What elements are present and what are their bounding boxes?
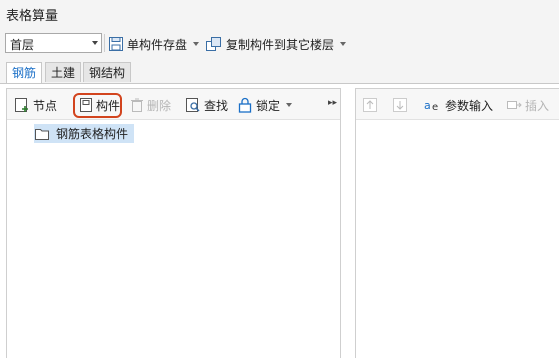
title-bar: 表格算量 <box>0 0 559 28</box>
save-disk-icon <box>108 36 124 52</box>
chevron-down-icon[interactable] <box>286 103 293 107</box>
arrow-up-icon <box>363 98 377 112</box>
find-icon <box>185 97 201 113</box>
chevron-down-icon[interactable] <box>193 42 200 46</box>
chevron-down-icon <box>92 41 98 45</box>
parameter-input-icon: ae <box>424 97 442 113</box>
parameter-toolbar: ae 参数输入 插入 <box>356 89 559 120</box>
lock-button[interactable]: 锁定 <box>237 95 293 115</box>
svg-text:e: e <box>432 102 438 113</box>
insert-label: 插入 <box>525 98 550 113</box>
component-button-highlight <box>73 93 122 118</box>
save-component-button[interactable]: 单构件存盘 <box>108 34 200 54</box>
save-component-label: 单构件存盘 <box>127 37 188 52</box>
find-label: 查找 <box>204 98 229 113</box>
overflow-chevron-icon[interactable]: ▸▸ <box>328 98 338 110</box>
tab-civil[interactable]: 土建 <box>45 62 82 82</box>
toolbar-separator <box>104 34 105 52</box>
parameter-input-label: 参数输入 <box>445 98 494 113</box>
arrow-down-icon <box>393 98 407 112</box>
svg-text:a: a <box>424 99 431 112</box>
delete-button[interactable]: 删除 <box>130 95 171 115</box>
tree-toolbar: 节点 构件 删除 查找 锁定 ▸▸ <box>7 89 340 120</box>
lock-label: 锁定 <box>256 98 281 113</box>
tree-item-label: 钢筋表格构件 <box>56 127 129 141</box>
copy-icon <box>205 36 223 52</box>
copy-to-floors-label: 复制构件到其它楼层 <box>226 37 335 52</box>
floor-select-value: 首层 <box>10 38 35 52</box>
tree-item-rebar-table-component[interactable]: 钢筋表格构件 <box>34 124 134 143</box>
insert-icon <box>506 98 522 112</box>
move-up-button[interactable] <box>363 95 377 115</box>
main-toolbar: 首层 单构件存盘 复制构件到其它楼层 <box>0 28 559 60</box>
delete-label: 删除 <box>147 98 172 113</box>
copy-to-floors-button[interactable]: 复制构件到其它楼层 <box>205 34 347 54</box>
add-node-button[interactable]: 节点 <box>14 95 57 115</box>
add-node-label: 节点 <box>33 98 58 113</box>
trash-icon <box>130 97 144 113</box>
parameter-panel: ae 参数输入 插入 <box>355 88 559 358</box>
add-node-icon <box>14 97 30 113</box>
insert-button[interactable]: 插入 <box>506 95 549 115</box>
lock-icon <box>237 97 253 113</box>
floor-select[interactable]: 首层 <box>5 33 102 53</box>
tab-steel-structure[interactable]: 钢结构 <box>83 62 132 82</box>
window-title: 表格算量 <box>6 9 59 24</box>
move-down-button[interactable] <box>393 95 407 115</box>
find-button[interactable]: 查找 <box>185 95 228 115</box>
folder-icon <box>34 127 50 141</box>
chevron-down-icon[interactable] <box>340 42 347 46</box>
parameter-input-button[interactable]: ae 参数输入 <box>424 95 493 115</box>
tab-strip: 钢筋 土建 钢结构 <box>0 59 559 84</box>
tab-rebar[interactable]: 钢筋 <box>6 62 43 83</box>
